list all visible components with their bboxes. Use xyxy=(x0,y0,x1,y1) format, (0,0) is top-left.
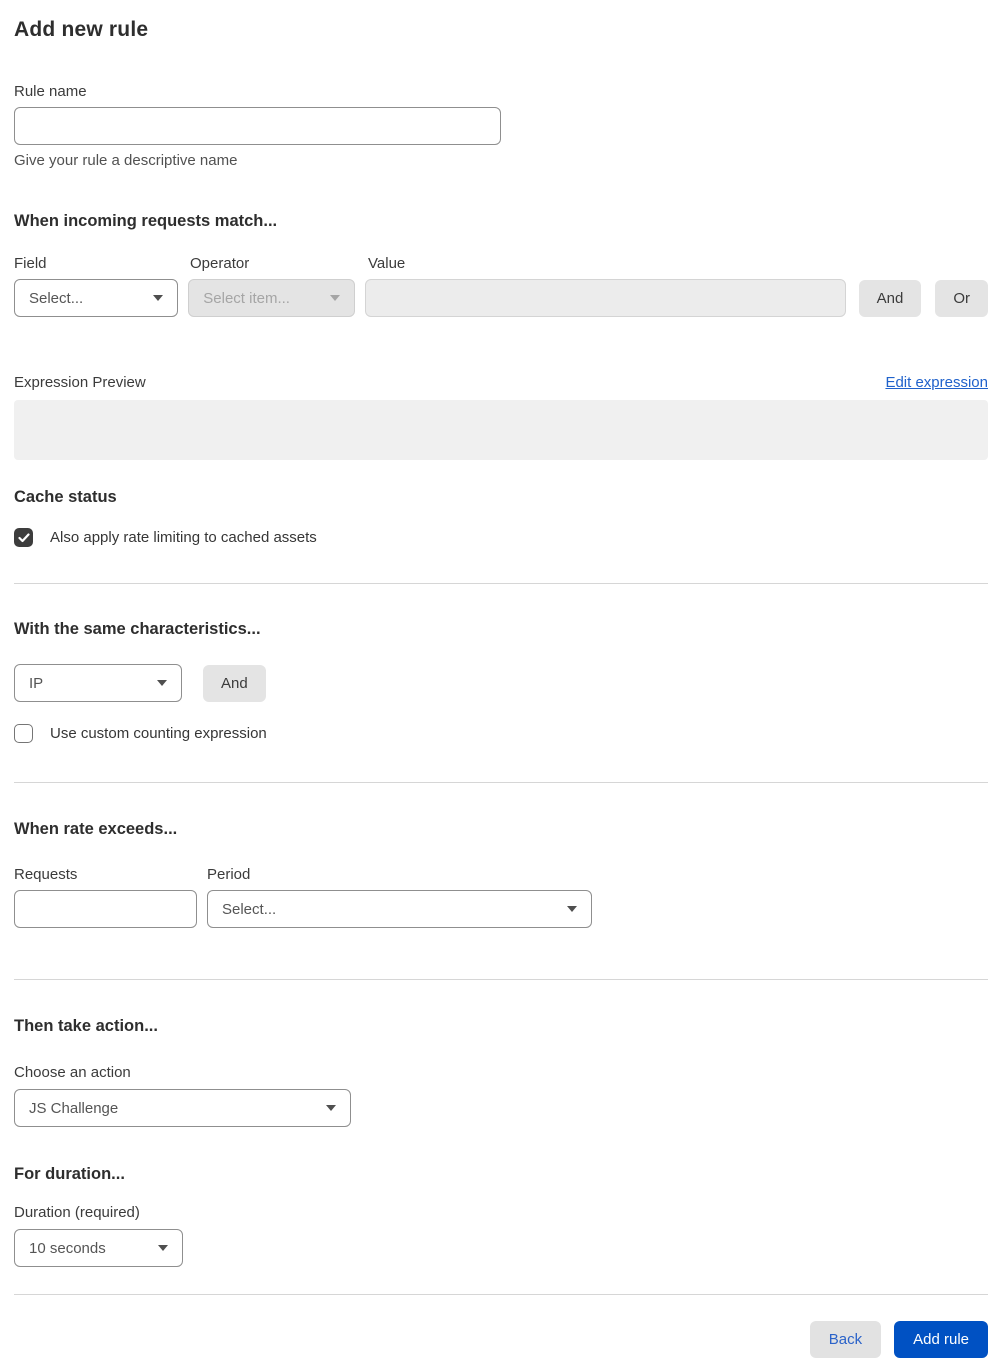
duration-select-value: 10 seconds xyxy=(29,1239,106,1257)
duration-heading: For duration... xyxy=(14,1165,125,1183)
operator-label: Operator xyxy=(190,255,250,272)
chevron-down-icon xyxy=(153,295,164,301)
requests-input[interactable] xyxy=(14,890,197,928)
field-label: Field xyxy=(14,255,47,272)
value-input xyxy=(364,279,846,317)
custom-counting-label: Use custom counting expression xyxy=(50,725,267,742)
page-title: Add new rule xyxy=(14,18,149,41)
expression-preview-box xyxy=(14,400,988,460)
requests-label: Requests xyxy=(14,866,78,883)
action-heading: Then take action... xyxy=(14,1017,158,1035)
operator-select-value: Select item... xyxy=(203,289,290,307)
rule-name-label: Rule name xyxy=(14,83,87,100)
chevron-down-icon xyxy=(329,295,340,301)
chevron-down-icon xyxy=(157,680,167,686)
checkmark-icon xyxy=(17,532,30,542)
field-select[interactable]: Select... xyxy=(14,279,179,317)
operator-select: Select item... xyxy=(188,279,355,317)
characteristic-select-value: IP xyxy=(29,674,44,692)
rule-name-input[interactable] xyxy=(14,107,501,145)
section-divider xyxy=(14,979,988,980)
match-section-heading: When incoming requests match... xyxy=(14,212,278,230)
cached-assets-checkbox[interactable] xyxy=(14,528,33,547)
period-select[interactable]: Select... xyxy=(207,890,592,928)
or-button[interactable]: Or xyxy=(935,279,988,317)
cache-status-heading: Cache status xyxy=(14,488,117,506)
duration-select[interactable]: 10 seconds xyxy=(14,1229,183,1267)
characteristics-heading: With the same characteristics... xyxy=(14,620,261,638)
expression-preview-label: Expression Preview xyxy=(14,374,146,391)
section-divider xyxy=(14,782,988,783)
edit-expression-link[interactable]: Edit expression xyxy=(885,374,988,391)
characteristic-select[interactable]: IP xyxy=(14,664,182,702)
period-select-value: Select... xyxy=(222,900,277,918)
cached-assets-label: Also apply rate limiting to cached asset… xyxy=(50,529,317,546)
duration-label: Duration (required) xyxy=(14,1204,140,1221)
rule-name-helper: Give your rule a descriptive name xyxy=(14,152,238,169)
chevron-down-icon xyxy=(158,1245,168,1251)
field-select-value: Select... xyxy=(29,289,84,307)
rate-heading: When rate exceeds... xyxy=(14,820,178,838)
period-label: Period xyxy=(207,866,251,883)
action-select-value: JS Challenge xyxy=(29,1099,119,1117)
footer-divider xyxy=(14,1294,988,1295)
section-divider xyxy=(14,583,988,584)
action-select[interactable]: JS Challenge xyxy=(14,1089,351,1127)
chevron-down-icon xyxy=(326,1105,336,1111)
chevron-down-icon xyxy=(567,906,577,912)
custom-counting-checkbox[interactable] xyxy=(14,724,33,743)
add-rule-form: Add new rule Rule name Give your rule a … xyxy=(0,0,1002,1358)
characteristics-and-button[interactable]: And xyxy=(203,664,266,702)
value-label: Value xyxy=(368,255,406,272)
choose-action-label: Choose an action xyxy=(14,1064,131,1081)
and-button[interactable]: And xyxy=(858,279,922,317)
